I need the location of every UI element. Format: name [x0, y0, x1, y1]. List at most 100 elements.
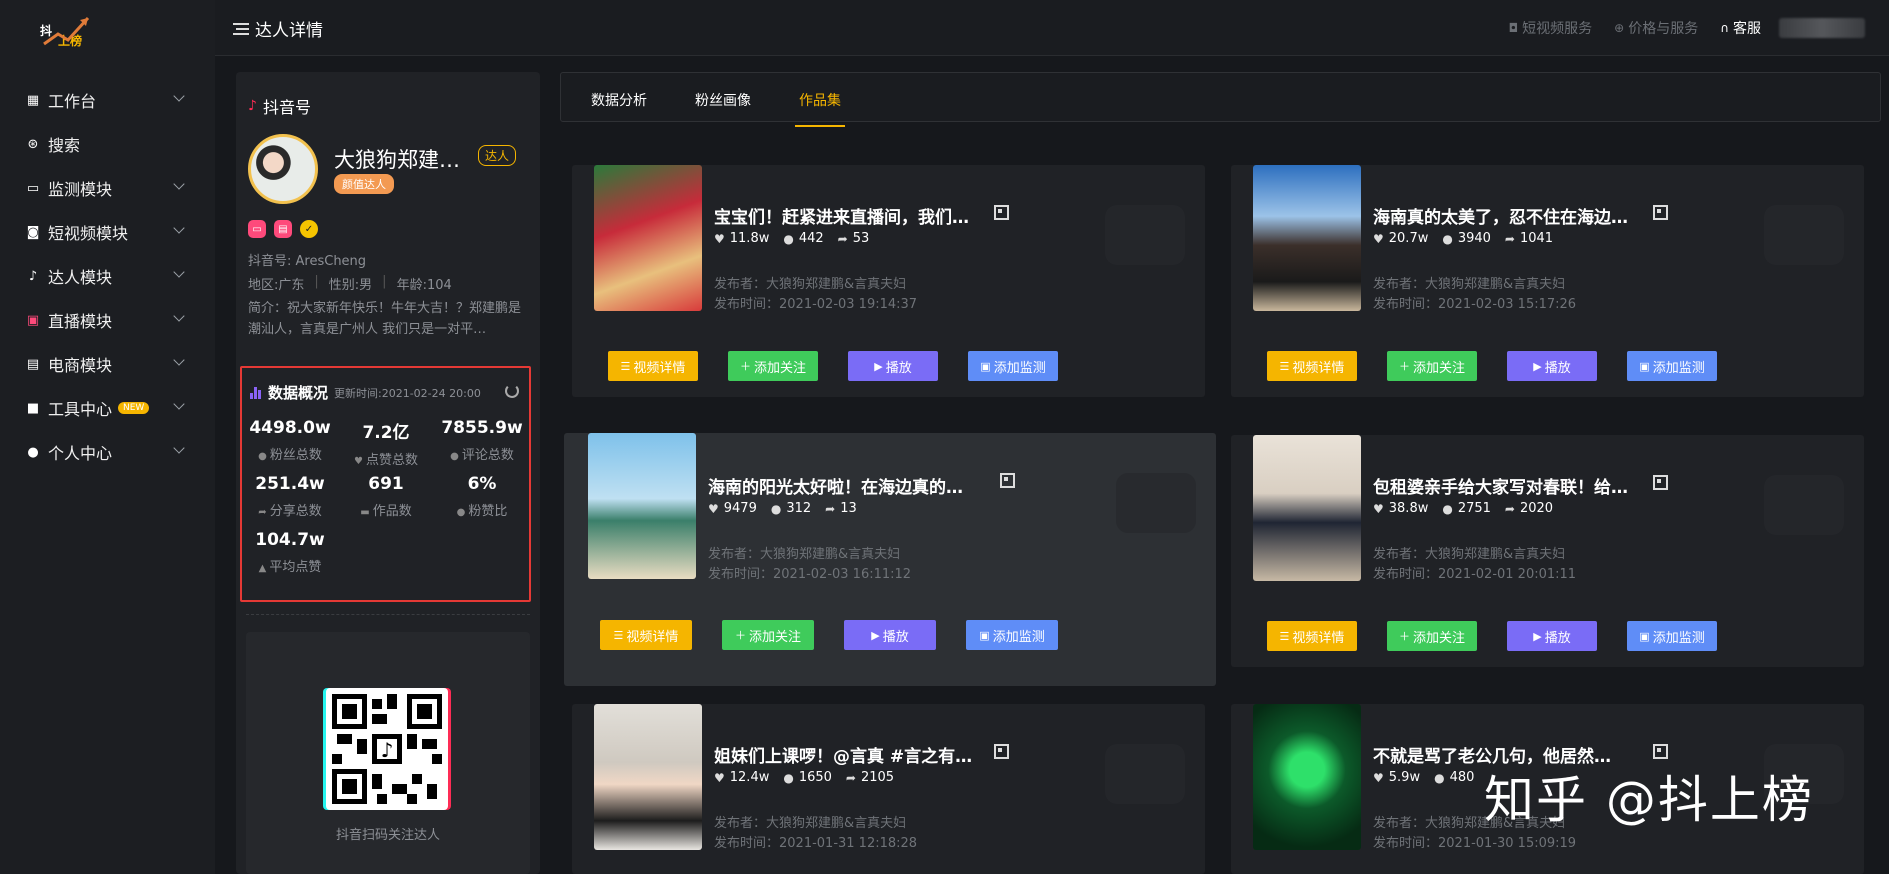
link-label: 短视频服务 — [1522, 21, 1593, 37]
sidebar-item-search[interactable]: ⊛ 搜索 — [0, 122, 215, 166]
heart-icon: ♥ — [354, 456, 363, 467]
plus-icon: ＋ — [739, 360, 751, 373]
video-publish-time: 发布时间：2021-02-01 20:01:11 — [1373, 567, 1577, 582]
add-monitor-button[interactable]: ▣ 添加监测 — [968, 351, 1058, 381]
video-actions: ☰ 视频详情 ＋添加关注 ▶ 播放 ▣ 添加监测 — [608, 351, 1088, 381]
play-button[interactable]: ▶ 播放 — [1507, 621, 1597, 651]
pricing-link[interactable]: ⊕ 价格与服务 — [1614, 18, 1698, 38]
overview-title: 数据概况 — [268, 384, 329, 402]
button-label: 添加监测 — [1652, 360, 1705, 376]
qr-code-icon[interactable] — [1653, 744, 1668, 759]
watermark-icon — [1764, 475, 1844, 535]
add-monitor-button[interactable]: ▣ 添加监测 — [1627, 621, 1717, 651]
video-thumbnail[interactable] — [588, 433, 696, 579]
sidebar-item-label: 工作台 — [48, 92, 97, 111]
sidebar-item-tools[interactable]: ■ 工具中心 NEW — [0, 386, 215, 430]
likes: ♥ 38.8w — [1373, 501, 1428, 516]
play-button[interactable]: ▶ 播放 — [844, 620, 936, 650]
video-title[interactable]: 宝宝们！赶紧进来直播间，我们… — [714, 203, 1004, 228]
video-thumbnail[interactable] — [1253, 435, 1361, 581]
video-thumbnail[interactable] — [594, 704, 702, 850]
share-icon: ➦ — [825, 501, 836, 516]
app-logo[interactable]: 抖 上榜 — [34, 10, 94, 52]
sidebar-item-workbench[interactable]: ▦ 工作台 — [0, 78, 215, 122]
top-bar: 达人详情 ◘ 短视频服务 ⊕ 价格与服务 ∩ 客服 — [215, 0, 1889, 56]
stat-label: 粉丝总数 — [269, 448, 322, 463]
add-monitor-button[interactable]: ▣ 添加监测 — [1627, 351, 1717, 381]
stat-comments: 7855.9w ● 评论总数 — [434, 418, 530, 463]
add-monitor-button[interactable]: ▣ 添加监测 — [966, 620, 1058, 650]
refresh-icon[interactable] — [505, 384, 519, 398]
play-button[interactable]: ▶ 播放 — [1507, 351, 1597, 381]
daren-badge: 达人 — [478, 145, 517, 166]
likes: ♥ 11.8w — [714, 231, 769, 246]
video-detail-button[interactable]: ☰ 视频详情 — [608, 351, 698, 381]
menu-toggle-icon[interactable] — [233, 22, 249, 35]
new-badge: NEW — [118, 402, 150, 414]
qr-code-icon[interactable] — [1653, 205, 1668, 220]
sidebar-item-ecommerce[interactable]: ▤ 电商模块 — [0, 342, 215, 386]
shares-value: 1041 — [1519, 231, 1554, 246]
qr-code-icon[interactable] — [994, 744, 1009, 759]
stat-value: 104.7w — [255, 530, 325, 550]
short-video-service-link[interactable]: ◘ 短视频服务 — [1509, 18, 1593, 38]
customer-service-link[interactable]: ∩ 客服 — [1720, 18, 1761, 38]
heart-icon: ♥ — [1373, 231, 1384, 246]
likes-value: 9479 — [723, 501, 757, 516]
share-icon: ➦ — [258, 507, 267, 518]
chevron-down-icon — [173, 442, 185, 454]
video-stats: ♥ 12.4w ● 1650 ➦ 2105 — [714, 770, 908, 785]
video-title[interactable]: 海南真的太美了，忍不住在海边… — [1373, 203, 1663, 228]
add-follow-button[interactable]: ＋添加关注 — [1387, 621, 1477, 651]
button-label: 添加关注 — [1412, 360, 1465, 376]
qr-code-icon[interactable] — [1000, 473, 1015, 488]
button-label: 视频详情 — [633, 360, 686, 376]
sidebar-item-short-video[interactable]: ◙ 短视频模块 — [0, 210, 215, 254]
video-title[interactable]: 海南的阳光太好啦！在海边真的… — [708, 473, 998, 498]
user-icon: ● — [456, 507, 466, 518]
video-title[interactable]: 包租婆亲手给大家写对春联！给… — [1373, 473, 1663, 498]
stat-label: 作品数 — [372, 504, 412, 519]
video-actions: ☰ 视频详情 ＋添加关注 ▶ 播放 ▣ 添加监测 — [1267, 351, 1747, 381]
video-detail-button[interactable]: ☰ 视频详情 — [1267, 621, 1357, 651]
tab-fan-profile[interactable]: 粉丝画像 — [695, 90, 751, 110]
play-button[interactable]: ▶ 播放 — [848, 351, 938, 381]
shares-value: 2105 — [860, 770, 895, 785]
add-follow-button[interactable]: ＋添加关注 — [728, 351, 818, 381]
shares: ➦ 2105 — [846, 770, 894, 785]
sidebar-item-personal[interactable]: ● 个人中心 — [0, 430, 215, 474]
qr-code-icon[interactable] — [994, 205, 1009, 220]
sidebar-item-daren[interactable]: ♪ 达人模块 — [0, 254, 215, 298]
stat-label-wrap: ● 粉丝总数 — [242, 444, 338, 463]
add-follow-button[interactable]: ＋添加关注 — [722, 620, 814, 650]
video-publisher: 发布者：大狼狗郑建鹏&言真夫妇 — [708, 547, 901, 562]
comments-value: 2751 — [1457, 501, 1491, 516]
chevron-down-icon — [173, 178, 185, 190]
add-follow-button[interactable]: ＋添加关注 — [1387, 351, 1477, 381]
heart-icon: ♥ — [708, 501, 719, 516]
video-title[interactable]: 姐妹们上课啰！@言真 #言之有… — [714, 742, 1004, 767]
live-icon: ▣ — [26, 312, 40, 328]
video-thumbnail[interactable] — [1253, 165, 1361, 311]
video-detail-button[interactable]: ☰ 视频详情 — [600, 620, 692, 650]
play-icon: ▶ — [1533, 629, 1542, 643]
plus-icon: ＋ — [1398, 360, 1410, 373]
sidebar-item-monitor[interactable]: ▭ 监测模块 — [0, 166, 215, 210]
tab-data-analysis[interactable]: 数据分析 — [591, 90, 647, 110]
tab-works[interactable]: 作品集 — [795, 90, 845, 127]
user-account-menu[interactable] — [1779, 18, 1865, 38]
sidebar-item-label: 个人中心 — [48, 444, 113, 463]
button-label: 视频详情 — [1292, 360, 1345, 376]
play-icon: ▶ — [871, 628, 880, 642]
video-detail-button[interactable]: ☰ 视频详情 — [1267, 351, 1357, 381]
chevron-down-icon — [173, 266, 185, 278]
video-thumbnail[interactable] — [1253, 704, 1361, 850]
sidebar-item-live[interactable]: ▣ 直播模块 — [0, 298, 215, 342]
video-thumbnail[interactable] — [594, 165, 702, 311]
qr-code-icon[interactable] — [1653, 475, 1668, 490]
comments: ● 312 — [771, 501, 811, 516]
monitor-icon: ▣ — [979, 628, 990, 642]
region: 地区:广东 — [248, 278, 305, 293]
video-card: 宝宝们！赶紧进来直播间，我们… ♥ 11.8w ● 442 ➦ 53 发布者：大狼狗郑… — [572, 165, 1205, 397]
comments: ● 480 — [1434, 770, 1474, 785]
